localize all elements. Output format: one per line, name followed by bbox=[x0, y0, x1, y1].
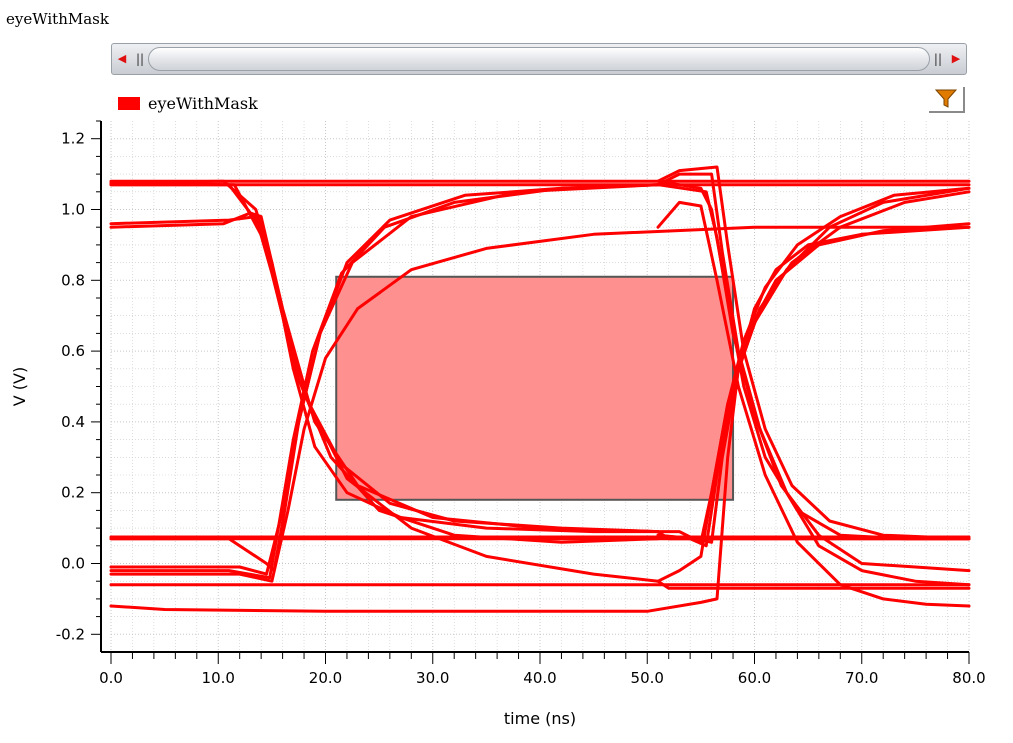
y-tick-label: 1.0 bbox=[61, 201, 85, 219]
y-tick-label: -0.2 bbox=[56, 625, 85, 643]
eye-diagram-chart: 0.0 10.0 20.0 30.0 40.0 50.0 60.0 70.0 80.0 -0.2 0… bbox=[10, 120, 986, 728]
x-tick-label: 40.0 bbox=[523, 669, 556, 687]
x-tick-label: 50.0 bbox=[631, 669, 664, 687]
y-tick-label: 0.6 bbox=[61, 342, 85, 360]
x-tick-label: 20.0 bbox=[309, 669, 342, 687]
y-tick-label: 1.2 bbox=[61, 130, 85, 148]
y-tick-label: 0.8 bbox=[61, 271, 85, 289]
x-tick-label: 70.0 bbox=[845, 669, 878, 687]
x-tick-label: 0.0 bbox=[99, 669, 123, 687]
x-tick-label: 80.0 bbox=[952, 669, 985, 687]
y-tick-label: 0.2 bbox=[61, 484, 85, 502]
y-tick-label: 0.4 bbox=[61, 413, 85, 431]
x-axis-label: time (ns) bbox=[504, 709, 576, 728]
x-tick-label: 60.0 bbox=[738, 669, 771, 687]
y-axis-label: V (V) bbox=[10, 367, 29, 406]
y-tick-label: 0.0 bbox=[61, 555, 85, 573]
eye-mask bbox=[335, 275, 735, 501]
x-tick-label: 30.0 bbox=[416, 669, 449, 687]
x-tick-label: 10.0 bbox=[202, 669, 235, 687]
